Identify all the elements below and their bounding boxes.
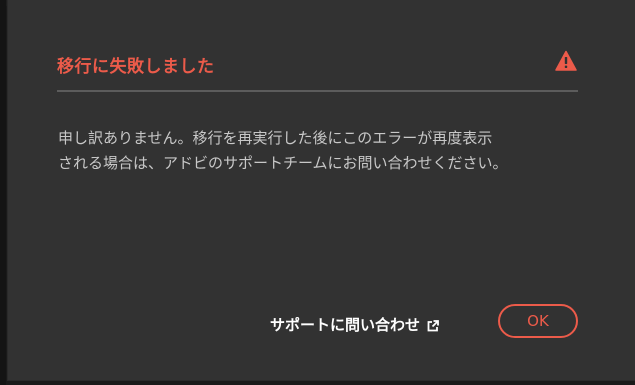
dialog-title: 移行に失敗しました <box>57 57 215 77</box>
ok-button[interactable]: OK <box>498 304 578 338</box>
header-divider <box>57 90 578 92</box>
alert-triangle-icon <box>555 50 577 71</box>
contact-support-label: サポートに問い合わせ <box>270 315 421 334</box>
error-dialog: 移行に失敗しました 申し訳ありません。移行を再実行した後にこのエラーが再度表示 … <box>8 0 635 380</box>
external-link-icon <box>427 319 439 331</box>
backdrop-left <box>0 0 6 385</box>
dialog-header: 移行に失敗しました <box>57 48 577 80</box>
contact-support-link[interactable]: サポートに問い合わせ <box>270 312 440 336</box>
error-message-line: 申し訳ありません。移行を再実行した後にこのエラーが再度表示 <box>58 129 493 147</box>
error-message-line: される場合は、アドビのサポートチームにお問い合わせください。 <box>58 154 508 172</box>
error-message: 申し訳ありません。移行を再実行した後にこのエラーが再度表示 される場合は、アドビ… <box>58 126 578 176</box>
